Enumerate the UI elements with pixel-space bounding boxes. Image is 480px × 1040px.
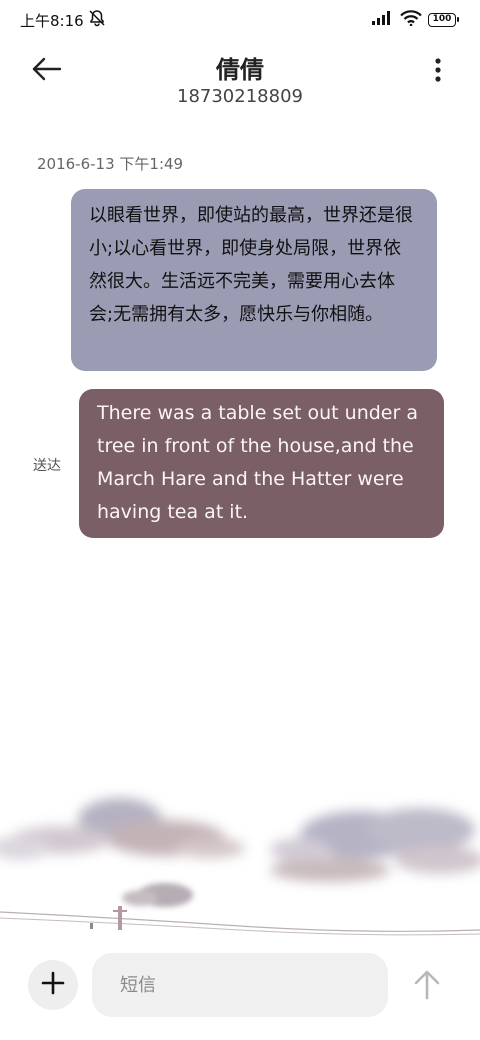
conversation-header: 倩倩 18730218809 xyxy=(0,44,480,114)
bell-off-icon xyxy=(88,9,106,31)
message-timestamp: 2016-6-13 下午1:49 xyxy=(37,155,184,173)
more-vertical-icon xyxy=(432,58,444,88)
sent-message-bubble[interactable]: There was a table set out under a tree i… xyxy=(79,389,444,538)
status-left: 上午8:16 xyxy=(20,9,106,31)
message-input[interactable] xyxy=(92,953,388,1017)
background-scene xyxy=(0,760,480,950)
send-button[interactable] xyxy=(410,968,444,1002)
received-message-bubble[interactable]: 以眼看世界，即使站的最高，世界还是很小;以心看世界，即使身处局限，世界依然很大。… xyxy=(71,189,437,371)
message-text: There was a table set out under a tree i… xyxy=(97,402,418,523)
contact-name: 倩倩 xyxy=(216,56,264,84)
send-arrow-icon xyxy=(410,970,444,1006)
battery-icon: 100 xyxy=(428,13,459,27)
message-text: 以眼看世界，即使站的最高，世界还是很小;以心看世界，即使身处局限，世界依然很大。… xyxy=(89,205,413,325)
delivery-status: 送达 xyxy=(33,458,61,474)
status-right: 100 xyxy=(372,10,459,30)
attach-button[interactable] xyxy=(28,960,78,1010)
phone-number: 18730218809 xyxy=(177,86,303,107)
status-bar: 上午8:16 100 xyxy=(0,0,480,40)
more-options-button[interactable] xyxy=(432,56,444,84)
wifi-icon xyxy=(400,10,422,30)
status-time: 上午8:16 xyxy=(20,11,84,30)
signal-icon xyxy=(372,11,394,29)
plus-icon xyxy=(41,971,65,999)
